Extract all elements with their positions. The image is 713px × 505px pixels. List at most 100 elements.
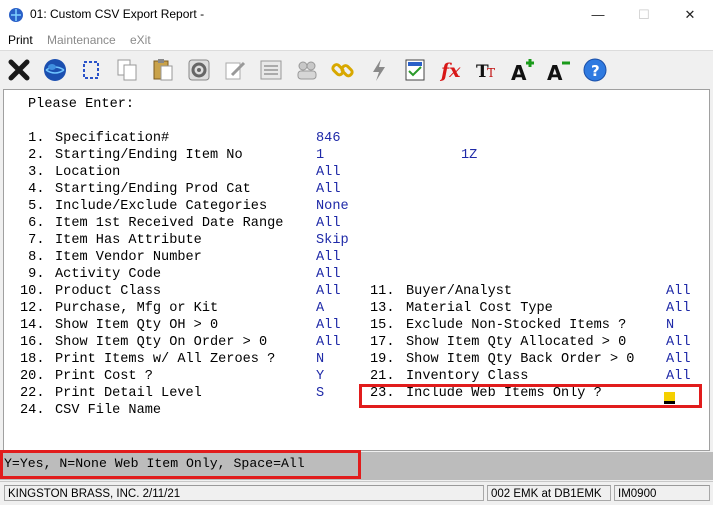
title-bar: 01: Custom CSV Export Report - — ☐ ✕ xyxy=(0,0,713,30)
field-label: Print Cost ? xyxy=(55,369,153,384)
field-number: 9. xyxy=(20,267,45,282)
field-value[interactable]: All xyxy=(316,215,340,232)
svg-text:T: T xyxy=(487,66,495,80)
prompt-label: Please Enter: xyxy=(28,97,135,112)
field-label: Buyer/Analyst xyxy=(406,284,513,299)
field-label: Purchase, Mfg or Kit xyxy=(55,301,219,316)
field-label: Material Cost Type xyxy=(406,301,553,316)
close-window-button[interactable]: ✕ xyxy=(667,0,713,30)
function-icon[interactable]: fx xyxy=(436,55,466,85)
field-value[interactable]: All xyxy=(316,334,340,351)
field-number: 19. xyxy=(370,352,395,367)
field-number: 24. xyxy=(20,403,45,418)
field-value[interactable]: All xyxy=(666,300,690,317)
menu-print[interactable]: Print xyxy=(8,33,33,47)
field-value[interactable]: All xyxy=(316,317,340,334)
field-label: Specification# xyxy=(55,131,170,146)
field-number: 11. xyxy=(370,284,395,299)
field-value[interactable]: N xyxy=(316,351,324,368)
font-size-icon[interactable]: TT xyxy=(472,55,502,85)
field-label: Item Vendor Number xyxy=(55,250,202,265)
field-number: 10. xyxy=(20,284,45,299)
minimize-button[interactable]: — xyxy=(575,0,621,30)
users-icon[interactable] xyxy=(292,55,322,85)
field-label: Include/Exclude Categories xyxy=(55,199,268,214)
field-value[interactable]: Y xyxy=(316,368,324,385)
status-company: KINGSTON BRASS, INC. 2/11/21 xyxy=(4,485,484,501)
field-number: 20. xyxy=(20,369,45,384)
svg-text:A: A xyxy=(547,61,563,85)
list-icon[interactable] xyxy=(256,55,286,85)
highlight-help-text xyxy=(0,450,361,479)
field-label: Activity Code xyxy=(55,267,162,282)
field-value[interactable]: N xyxy=(666,317,674,334)
field-number: 16. xyxy=(20,335,45,350)
field-value[interactable]: All xyxy=(316,283,340,300)
font-increase-icon[interactable]: A xyxy=(508,55,538,85)
field-value[interactable]: All xyxy=(666,283,690,300)
field-number: 5. xyxy=(20,199,45,214)
field-label: Show Item Qty Back Order > 0 xyxy=(406,352,635,367)
link-icon[interactable] xyxy=(328,55,358,85)
field-value[interactable]: All xyxy=(666,351,690,368)
status-program: IM0900 xyxy=(614,485,710,501)
svg-text:A: A xyxy=(511,61,527,85)
help-icon[interactable]: ? xyxy=(580,55,610,85)
field-label: Show Item Qty OH > 0 xyxy=(55,318,219,333)
edit-icon[interactable] xyxy=(220,55,250,85)
field-number: 13. xyxy=(370,301,395,316)
app-icon xyxy=(8,7,24,23)
field-label: Location xyxy=(55,165,121,180)
field-label: Show Item Qty Allocated > 0 xyxy=(406,335,627,350)
field-label: Product Class xyxy=(55,284,162,299)
field-label: CSV File Name xyxy=(55,403,162,418)
svg-text:fx: fx xyxy=(439,60,461,82)
field-value[interactable]: None xyxy=(316,198,349,215)
field-label: Starting/Ending Prod Cat xyxy=(55,182,251,197)
field-value[interactable]: S xyxy=(316,385,324,402)
maximize-button[interactable]: ☐ xyxy=(621,0,667,30)
copy-icon[interactable] xyxy=(112,55,142,85)
field-value[interactable]: All xyxy=(316,249,340,266)
highlight-web-items-field xyxy=(359,384,702,408)
field-value[interactable]: All xyxy=(666,368,690,385)
field-number: 8. xyxy=(20,250,45,265)
field-number: 21. xyxy=(370,369,395,384)
globe-icon[interactable] xyxy=(40,55,70,85)
field-number: 22. xyxy=(20,386,45,401)
lightning-icon[interactable] xyxy=(364,55,394,85)
calculator-icon[interactable] xyxy=(400,55,430,85)
toolbar: fx TT A A ? xyxy=(0,51,713,89)
field-number: 6. xyxy=(20,216,45,231)
font-decrease-icon[interactable]: A xyxy=(544,55,574,85)
field-value[interactable]: 846 xyxy=(316,130,340,147)
close-icon[interactable] xyxy=(4,55,34,85)
field-number: 12. xyxy=(20,301,45,316)
settings-icon[interactable] xyxy=(184,55,214,85)
field-value[interactable]: 1 xyxy=(316,147,324,164)
field-number: 7. xyxy=(20,233,45,248)
select-icon[interactable] xyxy=(76,55,106,85)
field-value[interactable]: All xyxy=(316,181,340,198)
menu-bar: Print Maintenance eXit xyxy=(0,30,713,50)
field-value[interactable]: All xyxy=(666,334,690,351)
field-number: 4. xyxy=(20,182,45,197)
field-label: Exclude Non-Stocked Items ? xyxy=(406,318,627,333)
field-value[interactable]: All xyxy=(316,266,340,283)
field-value[interactable]: Skip xyxy=(316,232,349,249)
window-title: 01: Custom CSV Export Report - xyxy=(30,7,205,21)
status-bar: KINGSTON BRASS, INC. 2/11/21 002 EMK at … xyxy=(0,481,713,505)
paste-icon[interactable] xyxy=(148,55,178,85)
field-label: Starting/Ending Item No xyxy=(55,148,243,163)
field-number: 3. xyxy=(20,165,45,180)
field-label: Print Detail Level xyxy=(55,386,202,401)
field-label: Inventory Class xyxy=(406,369,529,384)
menu-exit[interactable]: eXit xyxy=(130,33,151,47)
field-value[interactable]: All xyxy=(316,164,340,181)
menu-maintenance[interactable]: Maintenance xyxy=(47,33,116,47)
field-label: Item Has Attribute xyxy=(55,233,202,248)
field-value[interactable]: A xyxy=(316,300,324,317)
field-number: 17. xyxy=(370,335,395,350)
item-end-value[interactable]: 1Z xyxy=(461,147,477,164)
field-label: Show Item Qty On Order > 0 xyxy=(55,335,268,350)
